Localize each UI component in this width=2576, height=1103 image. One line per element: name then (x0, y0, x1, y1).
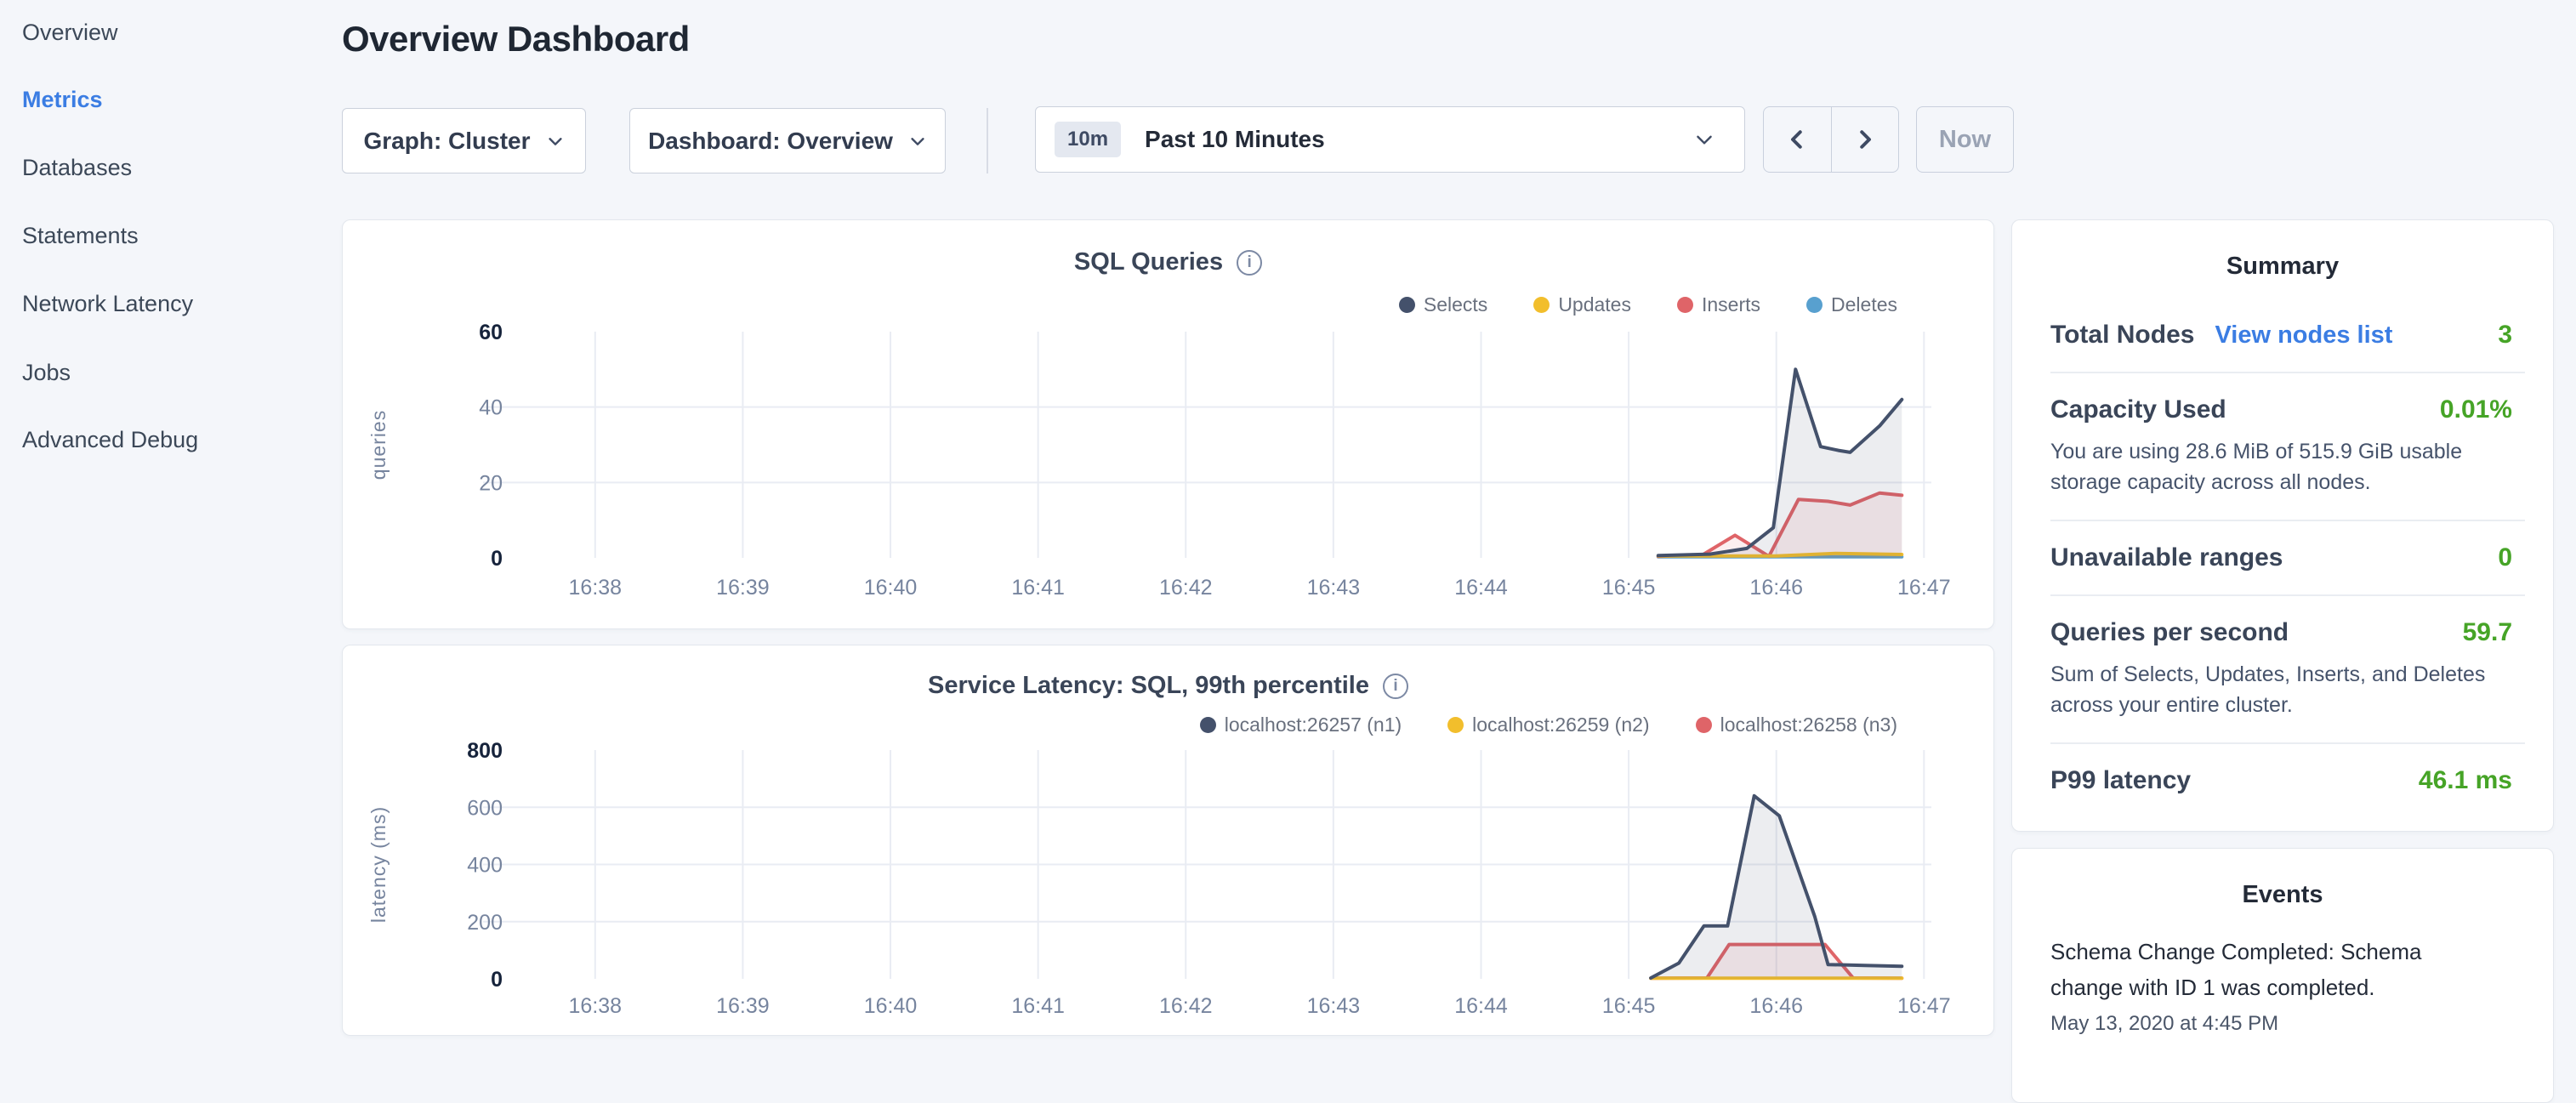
summary-row-subtext: Sum of Selects, Updates, Inserts, and De… (2050, 659, 2525, 720)
next-time-button[interactable] (1832, 107, 1899, 172)
x-tick-label: 16:46 (1749, 576, 1803, 600)
x-tick-label: 16:45 (1602, 994, 1656, 1018)
y-tick-label: 0 (491, 547, 503, 571)
x-tick-label: 16:44 (1454, 994, 1508, 1018)
graph-dropdown-label: Graph: Cluster (363, 128, 530, 155)
chevron-down-icon (1693, 128, 1715, 151)
y-axis-title: latency (ms) (367, 806, 390, 923)
summary-row-value: 46.1 ms (2419, 766, 2525, 795)
summary-title: Summary (2012, 253, 2553, 281)
summary-row: Total Nodes View nodes list 3 (2050, 321, 2525, 350)
event-timestamp: May 13, 2020 at 4:45 PM (2050, 1012, 2425, 1036)
x-tick-label: 16:41 (1011, 994, 1065, 1018)
summary-row-label: Queries per second (2050, 618, 2289, 647)
y-tick-label: 60 (479, 321, 503, 344)
x-tick-label: 16:42 (1159, 994, 1213, 1018)
summary-row-value: 0.01% (2440, 395, 2525, 424)
event-text: Schema Change Completed: Schema change w… (2050, 934, 2425, 1005)
y-axis-title: queries (367, 410, 390, 480)
summary-row-label: Unavailable ranges (2050, 543, 2283, 572)
y-tick-label: 0 (491, 968, 503, 992)
service-latency-chart: 16:38 16:39 16:40 16:41 16:42 16:43 16:44 16:45… (343, 645, 1995, 1037)
sidebar-item-statements[interactable]: Statements (22, 218, 139, 253)
summary-panel: Summary Total Nodes View nodes list 3 Capac… (2011, 219, 2554, 832)
page-title: Overview Dashboard (342, 19, 690, 60)
summary-row: Unavailable ranges 0 (2050, 543, 2525, 572)
x-tick-label: 16:38 (569, 994, 623, 1018)
sidebar: Overview Metrics Databases Statements Networ… (0, 0, 340, 1051)
controls-divider (987, 108, 988, 173)
chevron-down-icon (908, 132, 927, 151)
summary-row-label: Capacity Used (2050, 395, 2226, 424)
time-range-selector[interactable]: 10m Past 10 Minutes (1035, 106, 1745, 173)
event-item[interactable]: Schema Change Completed: Schema change w… (2050, 934, 2425, 1036)
sidebar-item-network-latency[interactable]: Network Latency (22, 286, 193, 321)
summary-row: P99 latency 46.1 ms (2050, 766, 2525, 795)
x-tick-label: 16:38 (569, 576, 623, 600)
x-tick-label: 16:39 (716, 994, 770, 1018)
time-window-label: Past 10 Minutes (1145, 126, 1693, 153)
summary-row: Capacity Used 0.01% (2050, 395, 2525, 424)
y-tick-label: 20 (479, 471, 503, 495)
x-tick-label: 16:40 (864, 994, 918, 1018)
service-latency-chart-card: Service Latency: SQL, 99th percentile i … (342, 645, 1994, 1036)
divider (2050, 520, 2525, 521)
x-tick-label: 16:46 (1749, 994, 1803, 1018)
series-area-selects (1658, 369, 1902, 558)
now-button[interactable]: Now (1916, 106, 2014, 173)
sidebar-item-advanced-debug[interactable]: Advanced Debug (22, 422, 198, 458)
sql-queries-chart: 16:38 16:39 16:40 16:41 16:42 16:43 16:44 16:45… (343, 220, 1995, 630)
events-panel: Events Schema Change Completed: Schema c… (2011, 848, 2554, 1103)
x-tick-label: 16:47 (1897, 576, 1951, 600)
divider (2050, 594, 2525, 596)
sidebar-item-jobs[interactable]: Jobs (22, 355, 71, 390)
sidebar-item-overview[interactable]: Overview (22, 14, 118, 50)
divider (2050, 742, 2525, 744)
dashboard-dropdown[interactable]: Dashboard: Overview (629, 108, 946, 173)
x-tick-label: 16:42 (1159, 576, 1213, 600)
y-tick-label: 40 (479, 396, 503, 420)
summary-row-value: 0 (2498, 543, 2525, 572)
summary-row-value: 3 (2498, 321, 2525, 350)
x-tick-label: 16:44 (1454, 576, 1508, 600)
time-step-buttons (1763, 106, 1899, 173)
divider (2050, 372, 2525, 373)
previous-time-button[interactable] (1764, 107, 1832, 172)
x-tick-label: 16:47 (1897, 994, 1951, 1018)
dashboard-dropdown-label: Dashboard: Overview (648, 128, 893, 155)
chevron-left-icon (1784, 127, 1810, 152)
chevron-down-icon (546, 132, 565, 151)
y-tick-label: 400 (467, 854, 503, 878)
graph-dropdown[interactable]: Graph: Cluster (342, 108, 586, 173)
view-nodes-list-link[interactable]: View nodes list (2215, 321, 2392, 350)
sidebar-item-metrics[interactable]: Metrics (22, 82, 103, 117)
x-tick-label: 16:40 (864, 576, 918, 600)
events-title: Events (2012, 881, 2553, 909)
chevron-right-icon (1852, 127, 1878, 152)
summary-row-subtext: You are using 28.6 MiB of 515.9 GiB usab… (2050, 436, 2525, 497)
sidebar-item-databases[interactable]: Databases (22, 150, 132, 185)
x-tick-label: 16:41 (1011, 576, 1065, 600)
summary-row-label: P99 latency (2050, 766, 2191, 795)
summary-row-label: Total Nodes (2050, 321, 2194, 350)
x-tick-label: 16:39 (716, 576, 770, 600)
x-tick-label: 16:45 (1602, 576, 1656, 600)
sql-queries-chart-card: SQL Queries i SelectsUpdatesInsertsDelet… (342, 219, 1994, 629)
y-tick-label: 800 (467, 739, 503, 763)
time-window-badge: 10m (1055, 122, 1121, 157)
x-tick-label: 16:43 (1307, 576, 1361, 600)
x-tick-label: 16:43 (1307, 994, 1361, 1018)
y-tick-label: 600 (467, 796, 503, 820)
summary-row-value: 59.7 (2463, 618, 2525, 647)
y-tick-label: 200 (467, 911, 503, 935)
summary-row: Queries per second 59.7 (2050, 618, 2525, 647)
